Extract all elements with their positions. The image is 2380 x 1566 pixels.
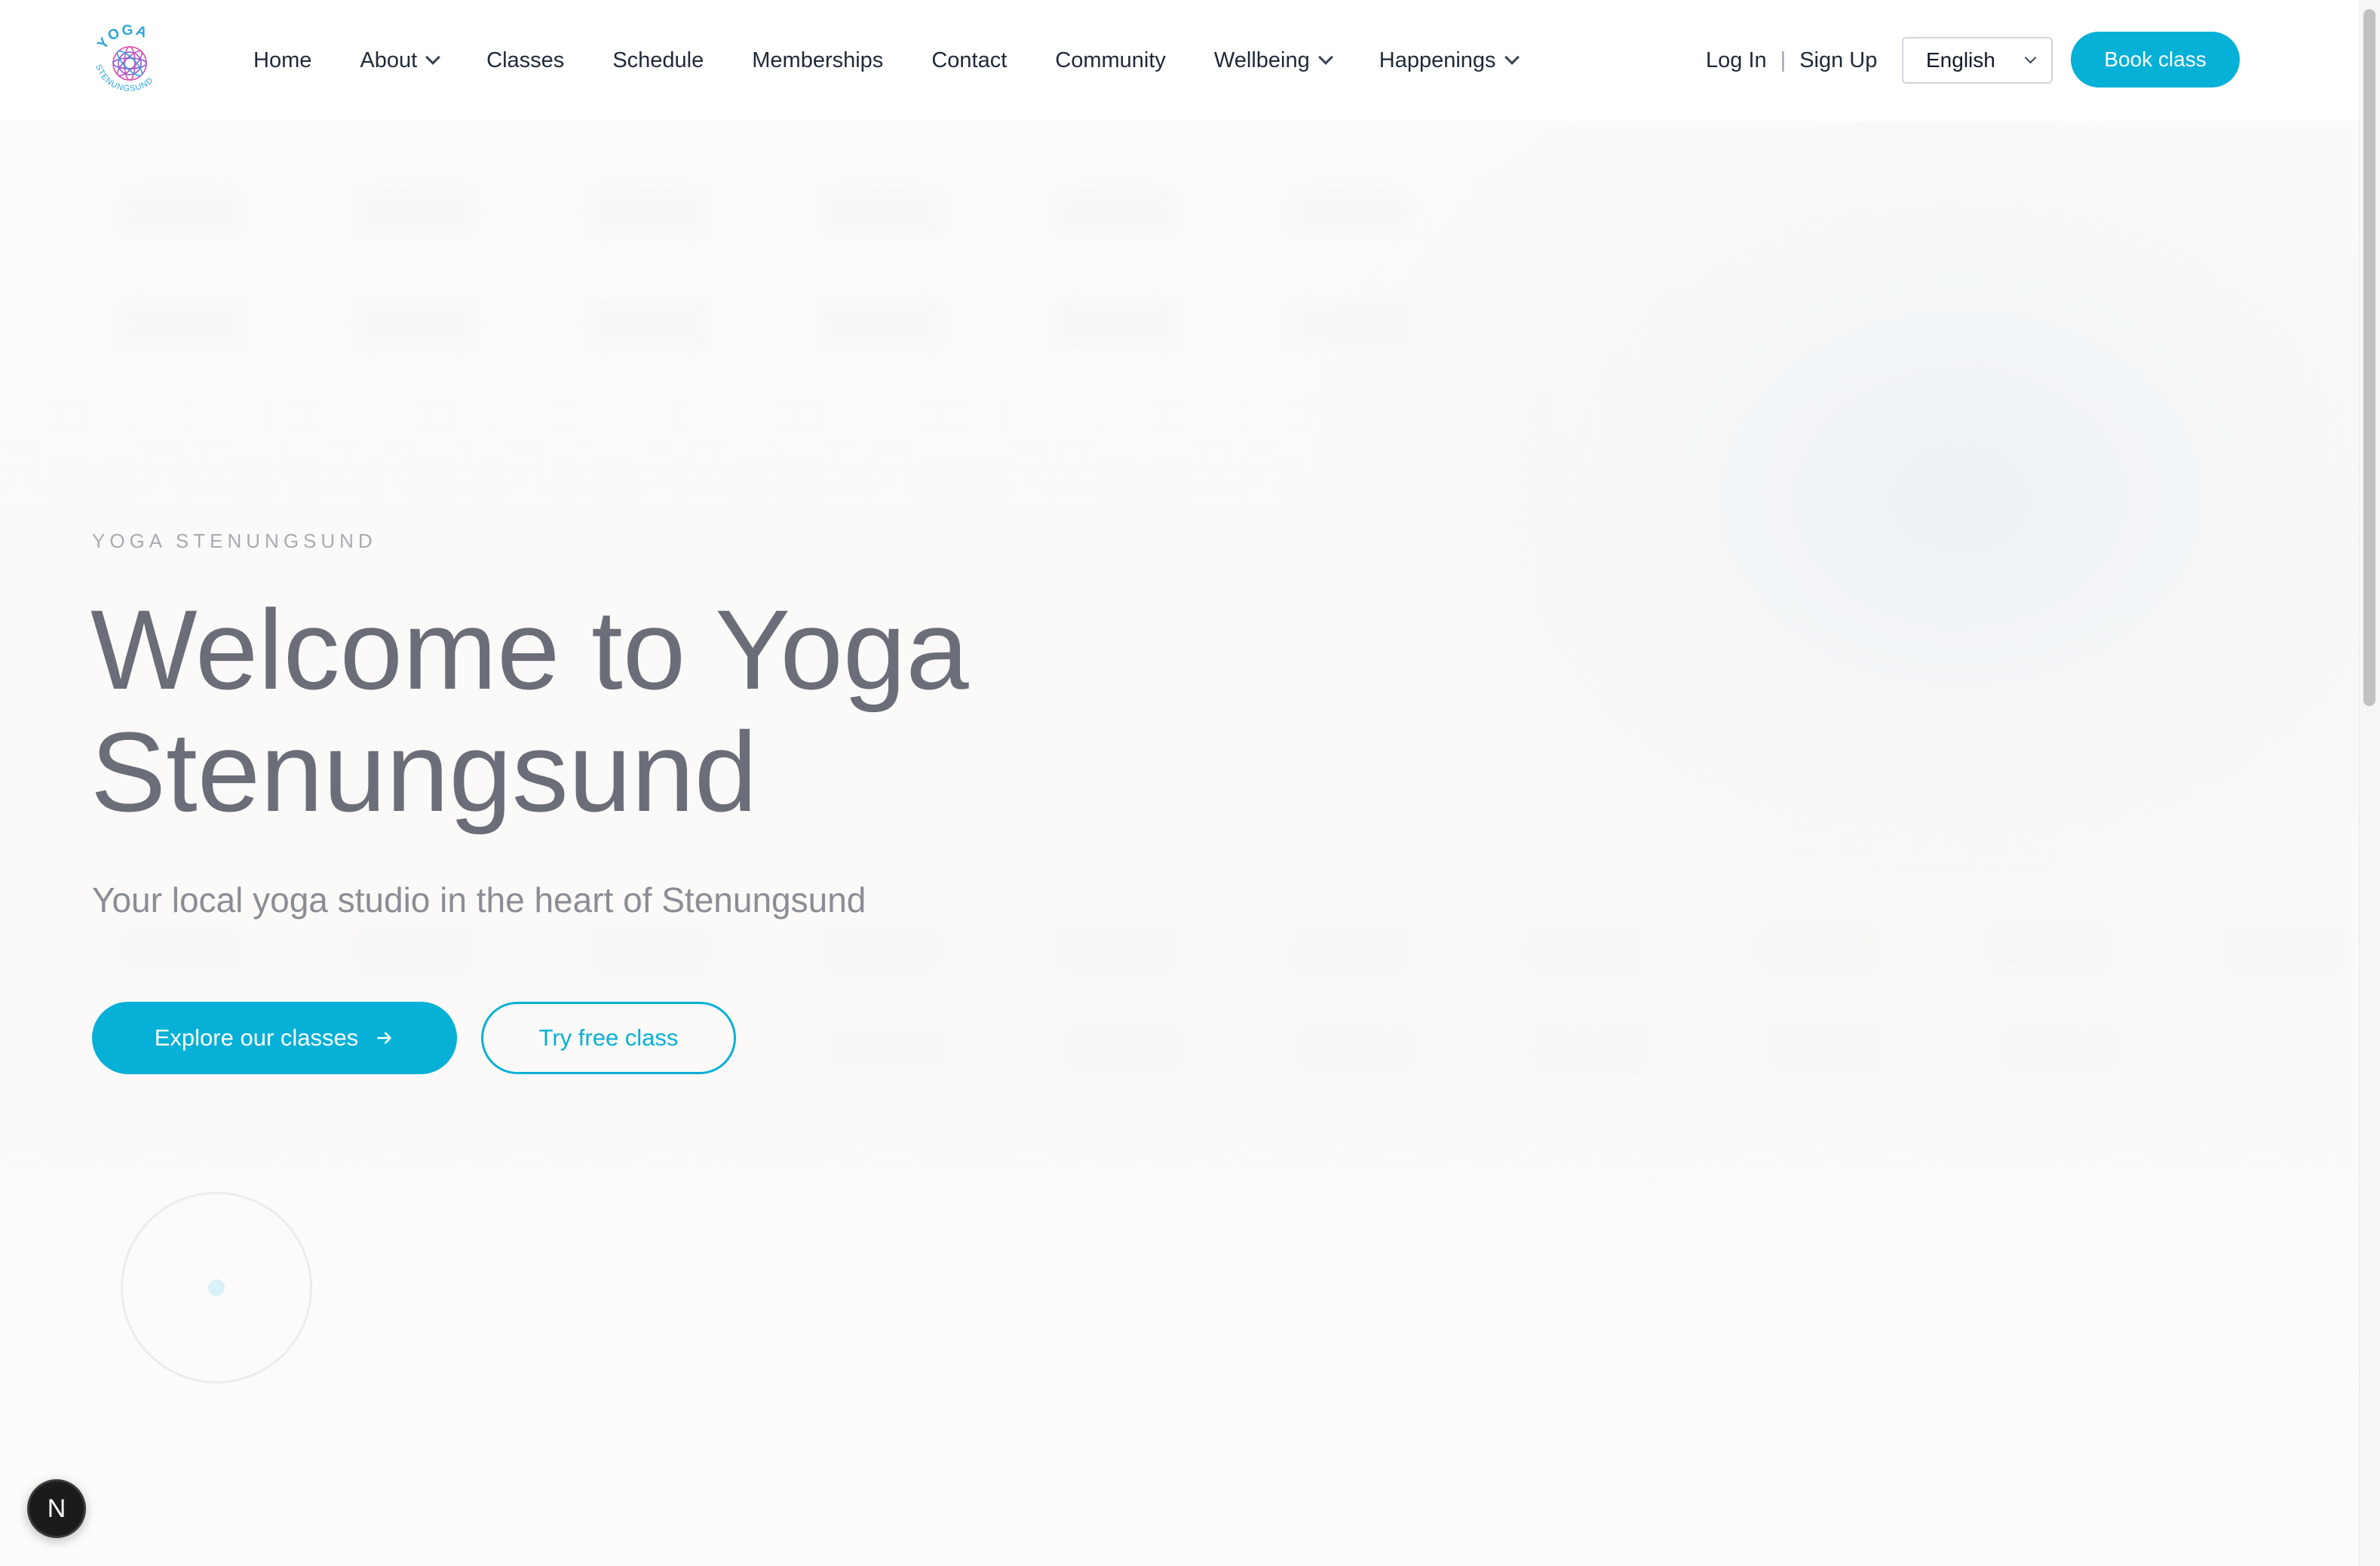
nav-label: Memberships (752, 48, 884, 72)
svg-text:YOGA: YOGA (94, 22, 150, 52)
nav-label: Happenings (1379, 48, 1496, 72)
explore-classes-label: Explore our classes (154, 1024, 359, 1051)
site-header: YOGA STENUNGSUND Home About Classes Sche… (0, 0, 2359, 121)
logo[interactable]: YOGA STENUNGSUND (84, 15, 175, 106)
hero-title-line-2: Stenungsund (90, 708, 758, 835)
arrow-right-icon (377, 1032, 392, 1044)
login-link[interactable]: Log In (1706, 48, 1767, 73)
explore-classes-button[interactable]: Explore our classes (92, 1002, 457, 1074)
nav-contact[interactable]: Contact (931, 48, 1007, 73)
nav-label: About (360, 48, 418, 72)
background-pattern (121, 302, 1410, 347)
chevron-down-icon (1317, 50, 1333, 65)
nav-label: Wellbeing (1213, 48, 1310, 72)
scroll-indicator-dot (208, 1279, 225, 1296)
main-nav: Home About Classes Schedule Memberships … (253, 0, 1566, 121)
background-pattern (830, 1026, 2119, 1071)
nav-community[interactable]: Community (1055, 48, 1166, 73)
hero-title: Welcome to Yoga Stenungsund (90, 588, 1222, 833)
chevron-down-icon (425, 50, 441, 65)
nav-label: Classes (486, 48, 565, 72)
signup-link[interactable]: Sign Up (1799, 48, 1877, 73)
hero-subtitle: Your local yoga studio in the heart of S… (92, 880, 866, 920)
nav-happenings[interactable]: Happenings (1379, 48, 1520, 73)
background-pattern (121, 189, 1410, 234)
scrollbar-thumb[interactable] (2363, 9, 2375, 706)
language-select[interactable]: English (1902, 37, 2053, 84)
nav-schedule[interactable]: Schedule (612, 48, 704, 73)
auth-links: Log In | Sign Up (1706, 0, 1877, 121)
background-pattern (121, 928, 2345, 973)
nav-classes[interactable]: Classes (486, 48, 564, 73)
nav-wellbeing[interactable]: Wellbeing (1213, 48, 1333, 73)
chevron-down-icon (1504, 50, 1520, 65)
try-free-class-button[interactable]: Try free class (481, 1002, 736, 1074)
nextjs-dev-badge[interactable]: N (27, 1479, 86, 1538)
language-selected: English (1926, 48, 1995, 72)
nav-about[interactable]: About (360, 48, 441, 73)
book-class-label: Book class (2104, 48, 2207, 71)
logo-top-text: YOGA (94, 22, 149, 52)
hero-title-line-1: Welcome to Yoga (90, 586, 969, 713)
dev-badge-label: N (47, 1494, 66, 1523)
nav-memberships[interactable]: Memberships (752, 48, 883, 73)
nav-label: Community (1055, 48, 1166, 72)
nav-label: Contact (931, 48, 1008, 72)
nav-label: Schedule (612, 48, 704, 72)
try-free-class-label: Try free class (538, 1024, 679, 1051)
auth-separator: | (1780, 48, 1787, 72)
chevron-down-icon (2024, 51, 2037, 64)
mandala-logo-icon: YOGA STENUNGSUND (94, 22, 155, 94)
page: YOGA STENUNGSUND Home About Classes Sche… (0, 0, 2380, 1566)
book-class-button[interactable]: Book class (2071, 32, 2240, 88)
nav-home[interactable]: Home (253, 48, 311, 73)
nav-label: Home (253, 48, 312, 72)
hero-eyebrow: YOGA STENUNGSUND (92, 530, 377, 552)
hero-background (0, 121, 2359, 1566)
